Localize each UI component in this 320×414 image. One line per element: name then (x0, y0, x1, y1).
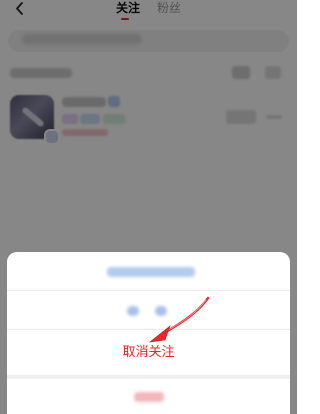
cancel-label-blurred (134, 392, 164, 402)
option-label-blurred (107, 267, 195, 277)
following-page: 关注 粉丝 取消关注 (0, 0, 297, 414)
option-label-blurred (127, 306, 139, 316)
sheet-option-1[interactable] (7, 252, 290, 290)
unfollow-label: 取消关注 (122, 345, 175, 360)
pointer-arrow-icon (148, 296, 210, 343)
cancel-button[interactable] (7, 379, 290, 414)
